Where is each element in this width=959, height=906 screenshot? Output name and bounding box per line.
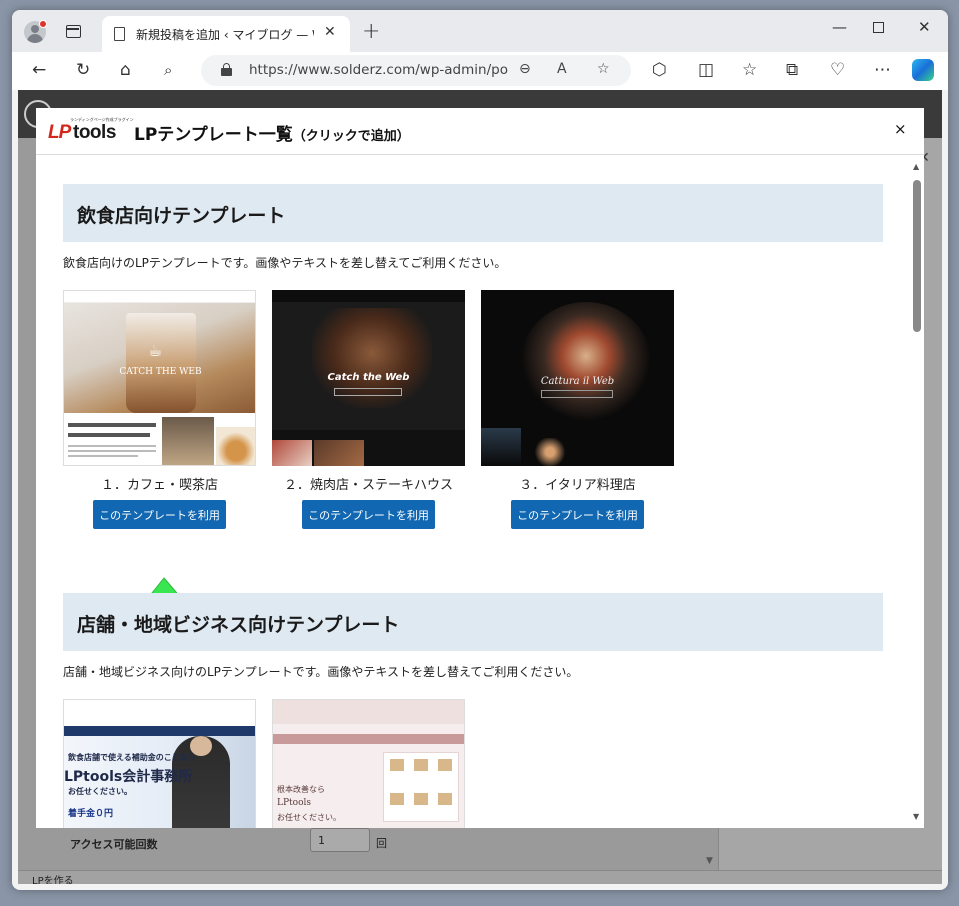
maximize-icon[interactable] (873, 22, 884, 33)
lptools-logo: ランディングページ作成プラグイン LP tools (48, 117, 134, 143)
page-icon (114, 27, 125, 41)
section-heading-local-business: 店舗・地域ビジネス向けテンプレート (63, 593, 883, 651)
template-thumbnail-clinic[interactable]: 根本改善なら LPtools お任せください。 (272, 699, 465, 828)
wp-footer-breadcrumb[interactable]: LPを作る (32, 872, 74, 884)
scroll-down-icon[interactable]: ▼ (706, 856, 713, 866)
template-thumbnail-yakiniku[interactable]: Catch the Web (272, 290, 465, 466)
modal-close-button[interactable]: × (894, 120, 907, 138)
back-icon[interactable]: ← (32, 60, 46, 80)
template-thumbnail-italian[interactable]: Cattura il Web (481, 290, 674, 466)
tab-close-icon[interactable]: ✕ (324, 24, 336, 40)
tab-title: 新規投稿を追加 ‹ マイブログ — Wo (136, 28, 314, 42)
modal-content: 飲食店向けテンプレート 飲食店向けのLPテンプレートです。画像やテキストを差し替… (36, 156, 910, 828)
scroll-up-icon[interactable]: ▲ (913, 162, 919, 171)
new-tab-icon[interactable]: + (362, 19, 380, 44)
template-label-yakiniku: ２．焼肉店・ステーキハウス (283, 478, 453, 493)
access-count-unit: 回 (376, 837, 387, 850)
window-close-icon[interactable]: ✕ (918, 18, 931, 36)
collections-icon[interactable]: ⧉ (786, 60, 798, 80)
scroll-down-icon[interactable]: ▼ (913, 812, 919, 821)
home-icon[interactable]: ⌂ (120, 60, 131, 80)
url-text: https://www.solderz.com/wp-admin/po... (249, 62, 509, 78)
modal-title: LPテンプレート一覧（クリックで追加） (134, 125, 410, 145)
access-count-label: アクセス可能回数 (70, 838, 158, 851)
refresh-icon[interactable]: ↻ (76, 60, 90, 80)
section-description-restaurant: 飲食店向けのLPテンプレートです。画像やテキストを差し替えてご利用ください。 (63, 256, 507, 270)
access-count-value: 1 (318, 834, 325, 847)
favorite-star-icon[interactable]: ☆ (597, 61, 610, 77)
use-template-button-cafe[interactable]: このテンプレートを利用 (93, 500, 226, 529)
scrollbar-thumb[interactable] (913, 180, 921, 332)
search-icon[interactable]: ⌕ (164, 60, 172, 80)
minimize-icon[interactable]: — (832, 18, 847, 36)
tab-strip: 新規投稿を追加 ‹ マイブログ — Wo ✕ + — ✕ (12, 10, 948, 52)
template-thumbnail-accounting[interactable]: 飲食店舗で使える補助金のことなら LPtools会計事務所 お任せください。 着… (63, 699, 256, 828)
section-description-local-business: 店舗・地域ビジネス向けのLPテンプレートです。画像やテキストを差し替えてご利用く… (63, 665, 579, 679)
copilot-icon[interactable] (912, 59, 934, 81)
address-bar[interactable]: https://www.solderz.com/wp-admin/po... ⊖… (201, 55, 631, 86)
template-label-cafe: １．カフェ・喫茶店 (100, 478, 218, 493)
tab-actions-icon[interactable] (66, 25, 81, 38)
zoom-icon[interactable]: ⊖ (519, 61, 531, 77)
extensions-icon[interactable]: ⬡ (652, 60, 667, 80)
template-thumbnail-cafe[interactable]: ☕ CATCH THE WEB (63, 290, 256, 466)
modal-header: ランディングページ作成プラグイン LP tools LPテンプレート一覧（クリッ… (36, 108, 924, 155)
read-aloud-icon[interactable]: A (557, 61, 567, 77)
wp-footer-bar: LPを作る (18, 870, 942, 884)
notification-dot (39, 20, 47, 28)
split-screen-icon[interactable]: ◫ (698, 60, 714, 80)
more-menu-icon[interactable]: ⋯ (874, 60, 891, 80)
browser-toolbar: ← ↻ ⌂ ⌕ https://www.solderz.com/wp-admin… (12, 52, 948, 90)
lock-icon[interactable] (221, 63, 232, 76)
template-list-modal: ランディングページ作成プラグイン LP tools LPテンプレート一覧（クリッ… (36, 108, 924, 828)
template-label-italian: ３．イタリア料理店 (519, 478, 636, 493)
use-template-button-yakiniku[interactable]: このテンプレートを利用 (302, 500, 435, 529)
browser-tab[interactable]: 新規投稿を追加 ‹ マイブログ — Wo ✕ (102, 16, 350, 52)
browser-essentials-icon[interactable]: ♡ (830, 60, 845, 80)
use-template-button-italian[interactable]: このテンプレートを利用 (511, 500, 644, 529)
modal-scrollbar[interactable]: ▲ ▼ (910, 156, 924, 828)
favorites-icon[interactable]: ☆ (742, 60, 757, 80)
section-heading-restaurant: 飲食店向けテンプレート (63, 184, 883, 242)
